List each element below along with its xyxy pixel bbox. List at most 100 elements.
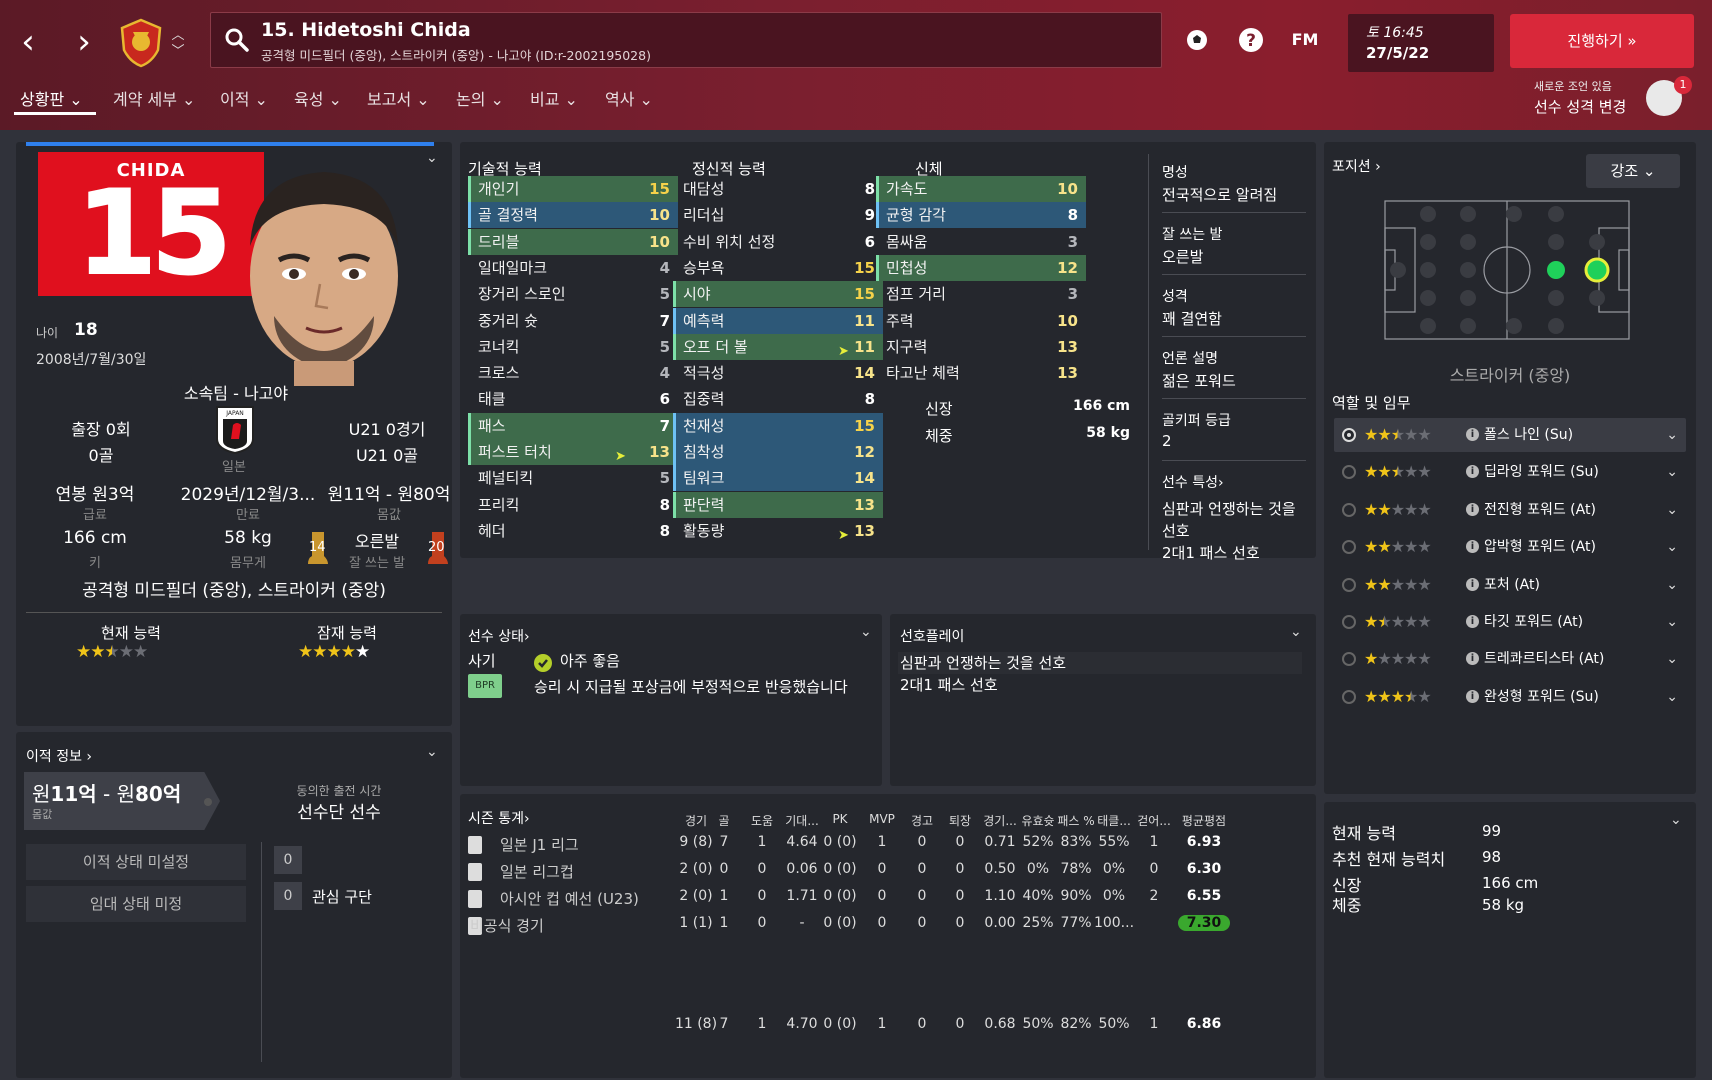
info-icon[interactable]: i [1466, 652, 1479, 666]
interest-label[interactable]: 관심 구단 [312, 886, 372, 907]
positions-title[interactable]: 포지션 › [1332, 156, 1381, 176]
attribute-row[interactable]: 골 결정력 10 [468, 202, 678, 229]
menu-tab-0[interactable]: 상황판 ⌄ [20, 86, 83, 110]
fm-menu-button[interactable]: FM [1288, 30, 1322, 64]
attribute-row[interactable]: 드리블 10 [468, 228, 678, 255]
menu-tab-6[interactable]: 비교 ⌄ [530, 86, 578, 110]
attribute-row[interactable]: 활동량 13 [673, 518, 883, 544]
attribute-row[interactable]: 예측력 11 [673, 307, 883, 334]
chevron-down-icon[interactable]: ⌄ [1666, 605, 1678, 639]
role-row[interactable]: ★★★★★ i 폴스 나인 (Su) ⌄ [1334, 418, 1686, 452]
info-icon[interactable]: i [1466, 615, 1479, 628]
stat-header[interactable]: 걷어... [1130, 812, 1178, 829]
attribute-row[interactable]: 천재성 15 [673, 412, 883, 439]
role-radio[interactable] [1342, 465, 1356, 480]
chevron-down-icon[interactable]: ⌄ [1666, 493, 1678, 527]
info-icon[interactable]: i [1466, 689, 1479, 703]
chevron-down-icon[interactable]: ⌄ [1290, 624, 1302, 640]
club-label[interactable]: 소속팀 - 나고야 [136, 380, 336, 404]
role-row[interactable]: ★★★★★ i 트레콰르티스타 (At) ⌄ [1334, 642, 1686, 676]
chevron-down-icon[interactable]: ⌄ [426, 744, 438, 760]
chevron-down-icon[interactable]: ⌄ [1666, 530, 1678, 564]
role-row[interactable]: ★★★★★ i 전진형 포워드 (At) ⌄ [1334, 493, 1686, 527]
attribute-row[interactable]: 대담성 8 [673, 176, 883, 202]
player-search-box[interactable]: 15. Hidetoshi Chida 공격형 미드필더 (중앙), 스트라이커… [210, 12, 1162, 68]
attribute-row[interactable]: 민첩성 12 [876, 254, 1086, 281]
role-radio[interactable] [1342, 540, 1356, 555]
advice-notification[interactable]: 새로운 조언 있음 선수 성격 변경 1 [1528, 76, 1708, 126]
role-row[interactable]: ★★★★★ i 딥라잉 포워드 (Su) ⌄ [1334, 455, 1686, 489]
attribute-row[interactable]: 집중력 8 [673, 386, 883, 412]
menu-tab-1[interactable]: 계약 세부 ⌄ [113, 86, 195, 110]
loan-status[interactable]: 임대 상태 미정 [26, 886, 246, 922]
menu-tab-2[interactable]: 이적 ⌄ [220, 86, 268, 110]
role-row[interactable]: ★★★★★ i 압박형 포워드 (At) ⌄ [1334, 530, 1686, 564]
attribute-row[interactable]: 판단력 13 [673, 491, 883, 518]
chevron-down-icon[interactable]: ⌄ [1670, 812, 1682, 828]
attribute-row[interactable]: 코너킥 5 [468, 334, 678, 360]
role-radio[interactable] [1342, 652, 1356, 667]
attribute-row[interactable]: 패스 7 [468, 412, 678, 439]
attribute-row[interactable]: 헤더 8 [468, 518, 678, 544]
chevron-down-icon[interactable]: ⌄ [1666, 642, 1678, 676]
club-crest-icon[interactable] [118, 18, 164, 68]
role-row[interactable]: ★★★★★ i 포처 (At) ⌄ [1334, 568, 1686, 602]
attribute-row[interactable]: 퍼스트 터치 13 [468, 439, 678, 465]
highlight-dropdown[interactable]: 강조 ⌄ [1586, 154, 1680, 188]
role-radio[interactable] [1342, 577, 1356, 592]
forward-arrow-icon[interactable]: › [64, 22, 104, 62]
player-traits-title[interactable]: 선수 특성› [1162, 472, 1224, 492]
info-icon[interactable]: i [1466, 428, 1479, 441]
menu-tab-7[interactable]: 역사 ⌄ [605, 86, 653, 110]
chevron-down-icon[interactable]: ⌄ [1666, 455, 1678, 489]
menu-tab-4[interactable]: 보고서 ⌄ [367, 86, 430, 110]
role-radio[interactable] [1342, 689, 1356, 704]
attribute-row[interactable]: 주력 10 [876, 308, 1086, 334]
role-radio[interactable] [1342, 428, 1356, 442]
menu-tab-3[interactable]: 육성 ⌄ [294, 86, 342, 110]
chevron-down-icon[interactable]: ﹀ [170, 40, 186, 59]
attribute-row[interactable]: 가속도 10 [876, 176, 1086, 202]
chevron-down-icon[interactable]: ⌄ [1666, 418, 1678, 452]
chevron-down-icon[interactable]: ⌄ [860, 624, 872, 640]
attribute-row[interactable]: 타고난 체력 13 [876, 360, 1086, 386]
info-icon[interactable]: i [1466, 502, 1479, 516]
back-arrow-icon[interactable]: ‹ [8, 22, 48, 62]
attribute-row[interactable]: 균형 감각 8 [876, 202, 1086, 229]
info-icon[interactable]: i [1466, 540, 1479, 554]
attribute-row[interactable]: 몸싸움 3 [876, 229, 1086, 255]
menu-tab-5[interactable]: 논의 ⌄ [456, 86, 504, 110]
help-icon[interactable]: ? [1234, 24, 1268, 58]
pitch-diagram[interactable] [1384, 200, 1630, 340]
attribute-row[interactable]: 지구력 13 [876, 334, 1086, 360]
attribute-row[interactable]: 적극성 14 [673, 360, 883, 386]
japan-badge-icon[interactable]: JAPAN [213, 403, 257, 455]
competition-name[interactable]: 아시안 컵 예선 (U23) [500, 888, 639, 909]
stat-header[interactable]: PK [816, 812, 864, 826]
competition-name[interactable]: 비공식 경기 [470, 915, 544, 936]
attribute-row[interactable]: 일대일마크 4 [468, 255, 678, 281]
attribute-row[interactable]: 크로스 4 [468, 360, 678, 386]
competition-name[interactable]: 일본 J1 리그 [500, 834, 579, 855]
attribute-row[interactable]: 승부욕 15 [673, 255, 883, 281]
attribute-row[interactable]: 장거리 스로인 5 [468, 281, 678, 307]
competition-name[interactable]: 일본 리그컵 [500, 861, 574, 882]
attribute-row[interactable]: 시야 15 [673, 281, 883, 308]
transfer-status[interactable]: 이적 상태 미설정 [26, 844, 246, 880]
attribute-row[interactable]: 개인기 15 [468, 176, 678, 202]
attribute-row[interactable]: 페널티킥 5 [468, 465, 678, 491]
role-row[interactable]: ★★★★★ i 타깃 포워드 (At) ⌄ [1334, 605, 1686, 639]
attribute-row[interactable]: 침착성 12 [673, 439, 883, 465]
continue-button[interactable]: 진행하기 » [1510, 14, 1694, 68]
attribute-row[interactable]: 프리킥 8 [468, 492, 678, 518]
search-icon[interactable] [223, 26, 251, 54]
date-display[interactable]: 토 16:45 27/5/22 [1348, 14, 1494, 72]
role-radio[interactable] [1342, 615, 1356, 629]
info-icon[interactable]: i [1466, 577, 1479, 591]
info-icon[interactable]: i [1466, 465, 1479, 479]
attribute-row[interactable]: 리더십 9 [673, 202, 883, 228]
chevron-down-icon[interactable]: ⌄ [1666, 568, 1678, 602]
status-title[interactable]: 선수 상태› [468, 626, 530, 646]
attribute-row[interactable]: 중거리 슛 7 [468, 308, 678, 334]
stat-header[interactable]: 평균평점 [1180, 812, 1228, 829]
